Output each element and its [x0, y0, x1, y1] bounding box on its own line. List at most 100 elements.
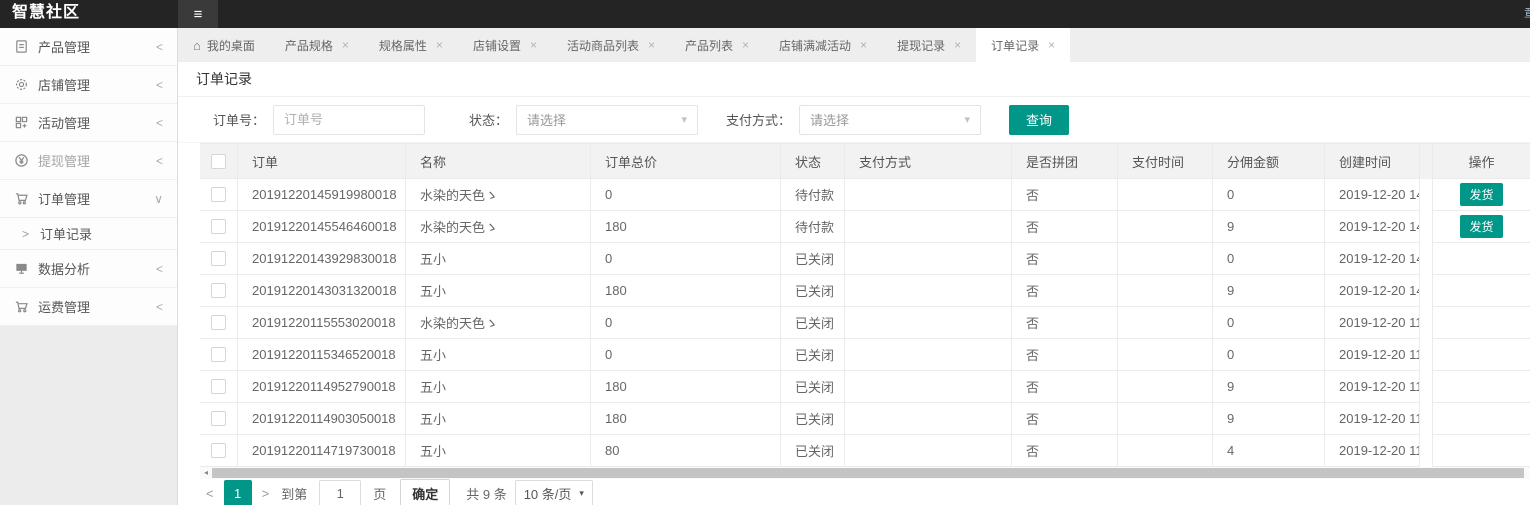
monitor-icon [14, 261, 38, 276]
checkbox-cell [200, 211, 238, 243]
row-checkbox[interactable] [211, 411, 226, 426]
name-cell: 五小 [406, 243, 591, 275]
page-size-select[interactable]: 10 条/页 ▾ [515, 480, 593, 505]
fixed-column-gap [1420, 371, 1432, 403]
group-buy-cell: 否 [1012, 243, 1118, 275]
tab-店铺满减活动[interactable]: 店铺满减活动× [764, 28, 882, 62]
pay-time-cell [1118, 371, 1213, 403]
next-page-button[interactable]: > [256, 486, 276, 501]
total-price-cell: 80 [591, 435, 781, 467]
tab-活动商品列表[interactable]: 活动商品列表× [552, 28, 670, 62]
status-select[interactable]: 请选择 ▾ [516, 105, 698, 135]
close-icon[interactable]: × [742, 38, 749, 52]
close-icon[interactable]: × [342, 38, 349, 52]
created-time-cell: 2019-12-20 11: [1325, 339, 1420, 371]
row-checkbox[interactable] [211, 187, 226, 202]
search-button[interactable]: 查询 [1009, 105, 1069, 135]
total-price-cell: 180 [591, 403, 781, 435]
ship-button[interactable]: 发货 [1460, 183, 1502, 206]
status-cell: 已关闭 [781, 435, 845, 467]
tab-产品列表[interactable]: 产品列表× [670, 28, 764, 62]
created-time-cell: 2019-12-20 14: [1325, 211, 1420, 243]
order-no-input[interactable] [273, 105, 425, 135]
trolley-icon [14, 299, 38, 314]
pay-method-select[interactable]: 请选择 ▾ [799, 105, 981, 135]
pay-method-cell [845, 339, 1012, 371]
chevron-left-icon: < [156, 262, 163, 276]
sidebar-item-提现管理[interactable]: 提现管理< [0, 142, 177, 180]
sidebar-item-活动管理[interactable]: 活动管理< [0, 104, 177, 142]
fixed-column-gap [1420, 243, 1432, 275]
tab-店铺设置[interactable]: 店铺设置× [458, 28, 552, 62]
row-checkbox[interactable] [211, 347, 226, 362]
prev-page-button[interactable]: < [200, 486, 220, 501]
name-cell: 水染的天色ゝ [406, 179, 591, 211]
sidebar-item-数据分析[interactable]: 数据分析< [0, 250, 177, 288]
created-time-cell: 2019-12-20 11: [1325, 403, 1420, 435]
tab-我的桌面[interactable]: ⌂我的桌面 [178, 28, 270, 62]
close-icon[interactable]: × [648, 38, 655, 52]
sidebar-item-运费管理[interactable]: 运费管理< [0, 288, 177, 326]
close-icon[interactable]: × [954, 38, 961, 52]
pagination: < 1 > 到第 页 确定 共 9 条 10 条/页 ▾ [178, 479, 1530, 505]
sidebar-toggle-button[interactable]: ≡ [178, 0, 218, 28]
orders-table: 订单名称订单总价状态支付方式是否拼团支付时间分佣金额创建时间操作 20191220… [200, 143, 1530, 467]
close-icon[interactable]: × [436, 38, 443, 52]
horizontal-scrollbar[interactable]: ◂ [200, 467, 1530, 479]
fixed-column-gap [1420, 211, 1432, 243]
checkbox-cell [200, 371, 238, 403]
table-header-row: 订单名称订单总价状态支付方式是否拼团支付时间分佣金额创建时间操作 [200, 143, 1530, 179]
tab-产品规格[interactable]: 产品规格× [270, 28, 364, 62]
action-cell [1432, 307, 1530, 339]
close-icon[interactable]: × [1048, 38, 1055, 52]
action-cell [1432, 275, 1530, 307]
gear-icon [14, 77, 38, 92]
action-cell [1432, 403, 1530, 435]
header-cell-状态: 状态 [781, 143, 845, 179]
grid-plus-icon [14, 115, 38, 130]
tab-订单记录[interactable]: 订单记录× [976, 28, 1070, 62]
pay-time-cell [1118, 243, 1213, 275]
row-checkbox[interactable] [211, 443, 226, 458]
row-checkbox[interactable] [211, 219, 226, 234]
select-all-checkbox[interactable] [211, 154, 226, 169]
sidebar-item-订单管理[interactable]: 订单管理∨ [0, 180, 177, 218]
user-name-partial[interactable]: 章 [1524, 3, 1530, 22]
sidebar-menu: 产品管理<店铺管理<活动管理<提现管理<订单管理∨>订单记录数据分析<运费管理< [0, 28, 177, 326]
status-cell: 已关闭 [781, 243, 845, 275]
close-icon[interactable]: × [530, 38, 537, 52]
tab-label: 规格属性 [379, 37, 427, 54]
current-page-button[interactable]: 1 [224, 480, 252, 505]
sidebar-subitem-订单记录[interactable]: >订单记录 [0, 218, 177, 250]
close-icon[interactable]: × [860, 38, 867, 52]
tab-规格属性[interactable]: 规格属性 × [364, 28, 458, 62]
pay-time-cell [1118, 403, 1213, 435]
row-checkbox[interactable] [211, 251, 226, 266]
sidebar-item-店铺管理[interactable]: 店铺管理< [0, 66, 177, 104]
goto-page-input[interactable] [319, 480, 361, 505]
scroll-left-icon[interactable]: ◂ [200, 467, 212, 479]
group-buy-cell: 否 [1012, 435, 1118, 467]
row-checkbox[interactable] [211, 379, 226, 394]
header-cell-支付时间: 支付时间 [1118, 143, 1213, 179]
name-cell: 五小 [406, 371, 591, 403]
created-time-cell: 2019-12-20 14: [1325, 179, 1420, 211]
tab-提现记录[interactable]: 提现记录× [882, 28, 976, 62]
group-buy-cell: 否 [1012, 179, 1118, 211]
ship-button[interactable]: 发货 [1460, 215, 1502, 238]
order-cell: 20191220143031320018 [238, 275, 406, 307]
checkbox-cell [200, 307, 238, 339]
confirm-page-button[interactable]: 确定 [400, 479, 450, 505]
row-checkbox[interactable] [211, 315, 226, 330]
sidebar-item-产品管理[interactable]: 产品管理< [0, 28, 177, 66]
pay-method-cell [845, 307, 1012, 339]
app-window: 智慧社区 ≡ 章 产品管理<店铺管理<活动管理<提现管理<订单管理∨>订单记录数… [0, 0, 1530, 505]
pay-time-cell [1118, 179, 1213, 211]
sidebar-item-label: 店铺管理 [38, 75, 156, 94]
order-cell: 20191220114903050018 [238, 403, 406, 435]
order-cell: 20191220115346520018 [238, 339, 406, 371]
checkbox-cell [200, 179, 238, 211]
scrollbar-thumb[interactable] [212, 468, 1524, 478]
row-checkbox[interactable] [211, 283, 226, 298]
name-cell: 五小 [406, 339, 591, 371]
